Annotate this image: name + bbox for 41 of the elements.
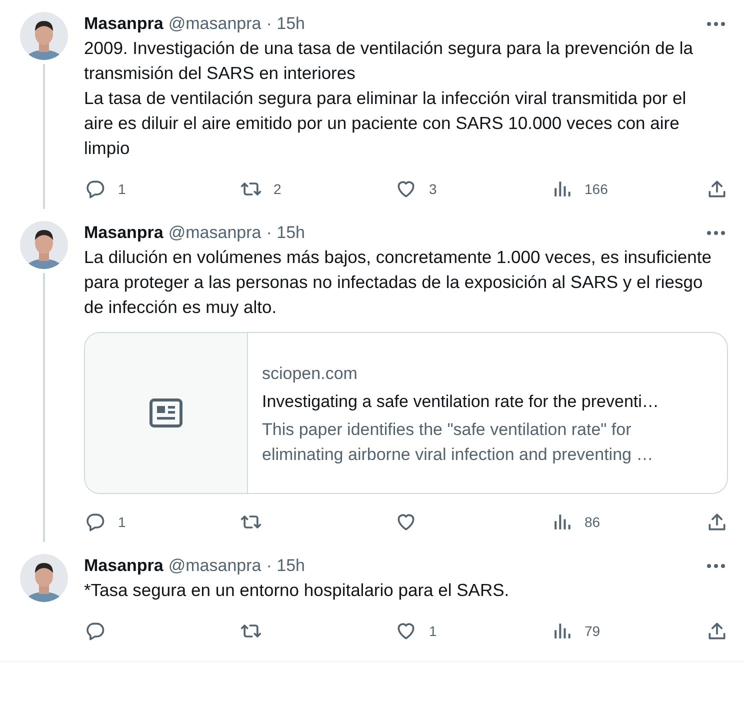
view-count: 166	[584, 181, 608, 197]
author-handle[interactable]: @masanpra	[168, 556, 262, 576]
author-name[interactable]: Masanpra	[84, 14, 164, 34]
like-count: 1	[429, 623, 437, 639]
post-text: La dilución en volúmenes más bajos, concretamente 1.000 veces, es insuficiente para proteger a las personas no infectadas de la exposición al SARS y el riesgo de infección es muy alto.	[84, 246, 712, 319]
author-handle[interactable]: @masanpra	[168, 14, 262, 34]
post-text: *Tasa segura en un entorno hospitalario para el SARS.	[84, 579, 510, 602]
link-description: This paper identifies the "safe ventilation rate" for eliminating airborne viral infection and preventing …	[262, 419, 654, 466]
heart-icon[interactable]	[395, 620, 417, 642]
author-name[interactable]: Masanpra	[84, 556, 164, 576]
more-icon[interactable]	[704, 230, 728, 236]
heart-icon[interactable]	[395, 511, 417, 533]
post-time[interactable]: · 15h	[266, 223, 305, 243]
reply-icon[interactable]	[84, 620, 106, 642]
link-title: Investigating a safe ventilation rate for the preventi…	[262, 391, 660, 413]
reply-icon[interactable]	[84, 178, 106, 200]
post-text: 2009. Investigación de una tasa de ventilación segura para la prevención de la transmisión del SARS en interiores	[84, 37, 694, 85]
view-count: 79	[584, 623, 600, 639]
article-icon	[149, 398, 183, 428]
view-count: 86	[584, 514, 600, 530]
repost-count: 2	[274, 181, 282, 197]
share-icon[interactable]	[706, 511, 728, 533]
post-time[interactable]: · 15h	[266, 14, 305, 34]
author-handle[interactable]: @masanpra	[168, 223, 262, 243]
reply-count: 1	[118, 181, 126, 197]
avatar[interactable]	[20, 12, 68, 60]
post-time[interactable]: · 15h	[266, 556, 305, 576]
heart-icon[interactable]	[395, 178, 417, 200]
share-icon[interactable]	[706, 178, 728, 200]
post-text: La tasa de ventilación segura para eliminar la infección viral transmitida por el aire es diluir el aire emitido por un paciente con SARS 10.000 veces con aire limpio	[84, 87, 688, 160]
more-icon[interactable]	[704, 21, 728, 27]
more-icon[interactable]	[704, 563, 728, 569]
link-domain: sciopen.com	[262, 363, 358, 385]
share-icon[interactable]	[706, 620, 728, 642]
reply-icon[interactable]	[84, 511, 106, 533]
avatar[interactable]	[20, 221, 68, 269]
avatar[interactable]	[20, 554, 68, 602]
reply-count: 1	[118, 514, 126, 530]
link-card[interactable]: sciopen.com Investigating a safe ventilation rate for the preventi… This paper identifies the "safe ventilation rate" for eliminating airborne viral infection and preventing …	[84, 332, 728, 494]
author-name[interactable]: Masanpra	[84, 223, 164, 243]
like-count: 3	[429, 181, 437, 197]
